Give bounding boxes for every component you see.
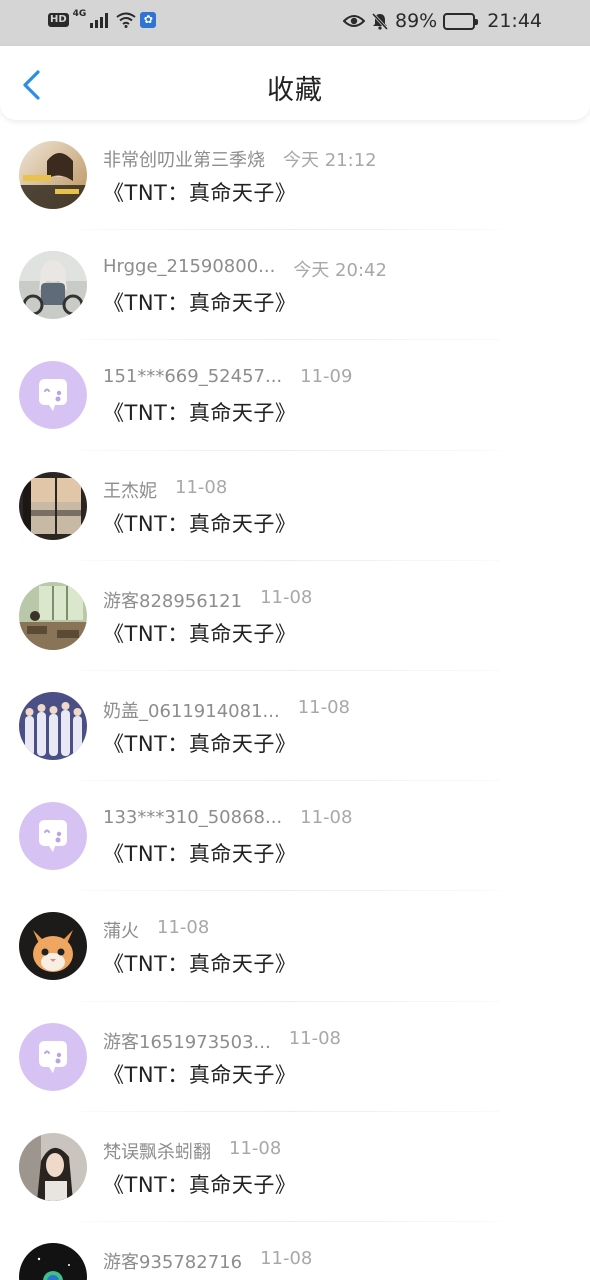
item-meta: 奶盖_0611914081... 11-08 <box>103 697 350 723</box>
avatar[interactable] <box>19 361 87 430</box>
item-meta: 非常创叨业第三季烧 今天 21:12 <box>103 146 377 172</box>
hd-badge: HD <box>48 13 69 27</box>
clock: 21:44 <box>487 10 542 32</box>
user-name: 游客828956121 <box>103 590 243 612</box>
timestamp: 11-08 <box>300 807 353 829</box>
list-item[interactable]: 游客1651973503... 11-08 《TNT：真命天子》 <box>0 1002 590 1112</box>
timestamp: 11-08 <box>157 917 210 939</box>
timestamp: 今天 21:12 <box>283 150 377 171</box>
list-item[interactable]: 梵误飘杀蚓翻 11-08 《TNT：真命天子》 <box>0 1112 590 1222</box>
timestamp: 11-08 <box>175 476 228 498</box>
header: 收藏 <box>0 46 590 120</box>
user-name: Hrgge_21590800... <box>103 256 276 278</box>
book-title[interactable]: 《TNT：真命天子》 <box>103 1059 296 1089</box>
bell-muted-icon <box>371 12 389 30</box>
user-name: 133***310_50868... <box>103 807 283 829</box>
page-title: 收藏 <box>267 75 323 106</box>
item-meta: 王杰妮 11-08 <box>103 477 227 503</box>
list-item[interactable]: 非常创叨业第三季烧 今天 21:12 《TNT：真命天子》 <box>0 120 590 231</box>
baidu-paw-icon: ✿ <box>140 12 157 28</box>
book-title[interactable]: 《TNT：真命天子》 <box>103 397 296 427</box>
avatar[interactable] <box>19 581 87 650</box>
book-title[interactable]: 《TNT：真命天子》 <box>103 287 296 317</box>
avatar[interactable] <box>19 141 87 209</box>
eye-icon <box>343 15 365 27</box>
list-item[interactable]: 151***669_52457... 11-09 《TNT：真命天子》 <box>0 340 590 451</box>
battery-icon <box>443 12 479 30</box>
item-meta: 蒲火 11-08 <box>103 917 209 943</box>
avatar[interactable] <box>19 471 87 540</box>
status-bar: HD 4G ✿ 89% 21:44 <box>0 0 590 46</box>
list-item[interactable]: Hrgge_21590800... 今天 20:42 《TNT：真命天子》 <box>0 230 590 341</box>
item-meta: 游客828956121 11-08 <box>103 587 312 613</box>
book-title[interactable]: 《TNT：真命天子》 <box>103 1169 296 1199</box>
book-title[interactable]: 《TNT：真命天子》 <box>103 177 296 207</box>
item-meta: 游客935782716 11-08 <box>103 1248 312 1274</box>
user-name: 王杰妮 <box>103 480 157 502</box>
list-item[interactable]: 王杰妮 11-08 《TNT：真命天子》 <box>0 451 590 561</box>
avatar[interactable] <box>19 251 87 320</box>
user-name: 奶盖_0611914081... <box>103 700 280 722</box>
item-meta: 151***669_52457... 11-09 <box>103 366 352 387</box>
avatar[interactable] <box>19 1022 87 1091</box>
status-left-icons: HD 4G ✿ <box>48 9 157 28</box>
battery-percent: 89% <box>395 10 438 32</box>
list-item[interactable]: 133***310_50868... 11-08 《TNT：真命天子》 <box>0 781 590 892</box>
book-title[interactable]: 《TNT：真命天子》 <box>103 618 296 648</box>
status-right-icons: 89% 21:44 <box>343 10 542 32</box>
avatar[interactable] <box>19 1132 87 1201</box>
user-name: 梵误飘杀蚓翻 <box>103 1141 211 1163</box>
user-name: 蒲火 <box>103 921 139 943</box>
user-name: 游客1651973503... <box>103 1031 271 1053</box>
item-meta: 133***310_50868... 11-08 <box>103 807 352 828</box>
user-name: 151***669_52457... <box>103 366 283 388</box>
timestamp: 11-09 <box>300 366 353 388</box>
timestamp: 今天 20:42 <box>293 260 387 282</box>
timestamp: 11-08 <box>229 1137 282 1159</box>
signal-icon <box>90 12 109 28</box>
timestamp: 11-08 <box>260 586 313 608</box>
user-name: 游客935782716 <box>103 1251 243 1273</box>
timestamp: 11-08 <box>288 1027 341 1049</box>
item-meta: 游客1651973503... 11-08 <box>103 1028 341 1054</box>
item-meta: Hrgge_21590800... 今天 20:42 <box>103 256 387 282</box>
avatar[interactable] <box>19 1242 87 1280</box>
network-type: 4G <box>72 9 87 19</box>
book-title[interactable]: 《TNT：真命天子》 <box>103 838 296 868</box>
user-name: 非常创叨业第三季烧 <box>103 150 265 171</box>
avatar[interactable] <box>19 802 87 871</box>
list-item[interactable]: 蒲火 11-08 《TNT：真命天子》 <box>0 891 590 1002</box>
timestamp: 11-08 <box>260 1247 313 1269</box>
avatar[interactable] <box>19 691 87 760</box>
timestamp: 11-08 <box>297 696 350 718</box>
list-item[interactable]: 奶盖_0611914081... 11-08 《TNT：真命天子》 <box>0 671 590 782</box>
book-title[interactable]: 《TNT：真命天子》 <box>103 508 296 538</box>
list-item[interactable]: 游客828956121 11-08 《TNT：真命天子》 <box>0 561 590 671</box>
favorites-list: 非常创叨业第三季烧 今天 21:12 《TNT：真命天子》 Hrgge_2159080… <box>0 120 590 1280</box>
avatar[interactable] <box>19 912 87 981</box>
list-item[interactable]: 游客935782716 11-08 <box>0 1222 590 1280</box>
item-meta: 梵误飘杀蚓翻 11-08 <box>103 1138 281 1164</box>
wifi-icon <box>116 12 136 28</box>
book-title[interactable]: 《TNT：真命天子》 <box>103 948 296 978</box>
book-title[interactable]: 《TNT：真命天子》 <box>103 728 296 758</box>
